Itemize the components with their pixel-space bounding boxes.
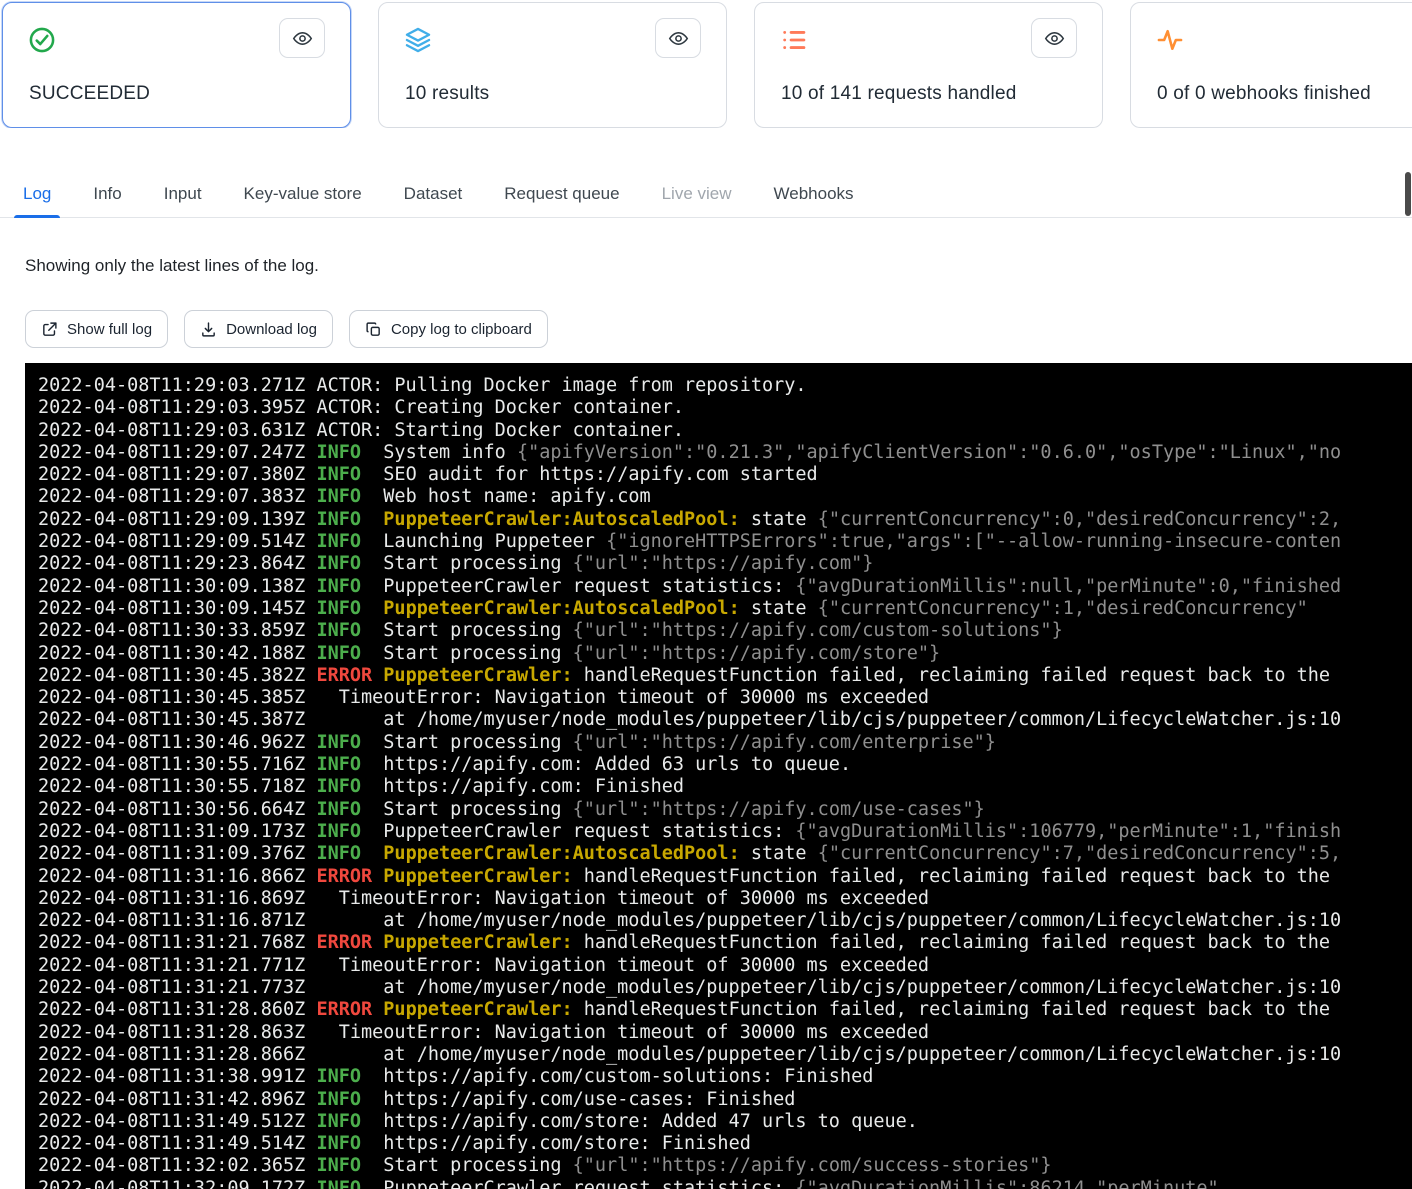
status-card-requests: 10 of 141 requests handled [754, 2, 1103, 128]
pulse-icon [1156, 26, 1184, 54]
log-line: 2022-04-08T11:31:28.860Z ERROR Puppeteer… [38, 999, 1412, 1021]
log-line: 2022-04-08T11:29:07.383Z INFO Web host n… [38, 486, 1412, 508]
log-line: 2022-04-08T11:32:09.172Z INFO PuppeteerC… [38, 1178, 1412, 1189]
log-line: 2022-04-08T11:31:09.173Z INFO PuppeteerC… [38, 821, 1412, 843]
tab-request-queue[interactable]: Request queue [483, 170, 640, 217]
status-card-label: 10 results [405, 83, 489, 105]
log-line: 2022-04-08T11:29:09.514Z INFO Launching … [38, 531, 1412, 553]
tab-info[interactable]: Info [72, 170, 142, 217]
log-line: 2022-04-08T11:31:21.773Z at /home/myuser… [38, 977, 1412, 999]
tab-log[interactable]: Log [2, 170, 72, 217]
status-cards: SUCCEEDED 10 results 10 of 141 requests ha… [0, 0, 1412, 128]
status-card-results: 10 results [378, 2, 727, 128]
log-line: 2022-04-08T11:31:16.866Z ERROR Puppeteer… [38, 866, 1412, 888]
status-card-run-status: SUCCEEDED [2, 2, 351, 128]
log-viewer[interactable]: 2022-04-08T11:29:03.271Z ACTOR: Pulling … [25, 363, 1412, 1189]
log-line: 2022-04-08T11:29:03.631Z ACTOR: Starting… [38, 420, 1412, 442]
log-line: 2022-04-08T11:31:28.866Z at /home/myuser… [38, 1044, 1412, 1066]
log-line: 2022-04-08T11:31:38.991Z INFO https://ap… [38, 1066, 1412, 1088]
log-line: 2022-04-08T11:31:16.871Z at /home/myuser… [38, 910, 1412, 932]
log-line: 2022-04-08T11:30:56.664Z INFO Start proc… [38, 799, 1412, 821]
log-line: 2022-04-08T11:30:46.962Z INFO Start proc… [38, 732, 1412, 754]
tab-input[interactable]: Input [143, 170, 223, 217]
eye-icon [668, 28, 689, 49]
log-line: 2022-04-08T11:30:09.138Z INFO PuppeteerC… [38, 576, 1412, 598]
log-line: 2022-04-08T11:30:33.859Z INFO Start proc… [38, 620, 1412, 642]
toggle-visibility-button[interactable] [655, 18, 701, 58]
scrollbar-thumb[interactable] [1405, 172, 1411, 216]
button-label: Copy log to clipboard [391, 321, 532, 338]
log-line: 2022-04-08T11:31:49.512Z INFO https://ap… [38, 1111, 1412, 1133]
tab-bar: LogInfoInputKey-value storeDatasetReques… [0, 170, 1412, 218]
log-line: 2022-04-08T11:30:09.145Z INFO PuppeteerC… [38, 598, 1412, 620]
log-line: 2022-04-08T11:29:23.864Z INFO Start proc… [38, 553, 1412, 575]
log-line: 2022-04-08T11:32:02.365Z INFO Start proc… [38, 1155, 1412, 1177]
toggle-visibility-button[interactable] [1031, 18, 1077, 58]
log-line: 2022-04-08T11:31:21.771Z TimeoutError: N… [38, 955, 1412, 977]
log-line: 2022-04-08T11:31:42.896Z INFO https://ap… [38, 1089, 1412, 1111]
log-actions: Show full log Download log Copy log to cli… [25, 310, 1412, 348]
log-line: 2022-04-08T11:29:07.380Z INFO SEO audit … [38, 464, 1412, 486]
eye-icon [1044, 28, 1065, 49]
log-note: Showing only the latest lines of the log… [25, 256, 1412, 276]
tab-dataset[interactable]: Dataset [383, 170, 484, 217]
status-card-label: 10 of 141 requests handled [781, 83, 1017, 105]
log-line: 2022-04-08T11:30:45.382Z ERROR Puppeteer… [38, 665, 1412, 687]
eye-icon [292, 28, 313, 49]
log-line: 2022-04-08T11:29:09.139Z INFO PuppeteerC… [38, 509, 1412, 531]
log-line: 2022-04-08T11:29:07.247Z INFO System inf… [38, 442, 1412, 464]
toggle-visibility-button[interactable] [279, 18, 325, 58]
queue-list-icon [780, 26, 808, 54]
log-line: 2022-04-08T11:29:03.395Z ACTOR: Creating… [38, 397, 1412, 419]
external-link-icon [41, 321, 58, 338]
log-line: 2022-04-08T11:31:21.768Z ERROR Puppeteer… [38, 932, 1412, 954]
status-card-label: SUCCEEDED [29, 83, 150, 105]
button-label: Download log [226, 321, 317, 338]
check-circle-icon [28, 26, 56, 54]
log-line: 2022-04-08T11:31:16.869Z TimeoutError: N… [38, 888, 1412, 910]
download-icon [200, 321, 217, 338]
copy-icon [365, 321, 382, 338]
tab-webhooks[interactable]: Webhooks [753, 170, 875, 217]
status-card-webhooks: 0 of 0 webhooks finished [1130, 2, 1412, 128]
log-line: 2022-04-08T11:30:55.716Z INFO https://ap… [38, 754, 1412, 776]
log-line: 2022-04-08T11:31:09.376Z INFO PuppeteerC… [38, 843, 1412, 865]
download-log-button[interactable]: Download log [184, 310, 333, 348]
log-line: 2022-04-08T11:30:55.718Z INFO https://ap… [38, 776, 1412, 798]
tab-live-view[interactable]: Live view [641, 170, 753, 217]
log-line: 2022-04-08T11:31:28.863Z TimeoutError: N… [38, 1022, 1412, 1044]
layers-icon [404, 26, 432, 54]
copy-log-button[interactable]: Copy log to clipboard [349, 310, 548, 348]
tab-key-value-store[interactable]: Key-value store [223, 170, 383, 217]
log-line: 2022-04-08T11:31:49.514Z INFO https://ap… [38, 1133, 1412, 1155]
log-line: 2022-04-08T11:30:42.188Z INFO Start proc… [38, 643, 1412, 665]
log-line: 2022-04-08T11:30:45.387Z at /home/myuser… [38, 709, 1412, 731]
status-card-label: 0 of 0 webhooks finished [1157, 83, 1371, 105]
button-label: Show full log [67, 321, 152, 338]
show-full-log-button[interactable]: Show full log [25, 310, 168, 348]
log-line: 2022-04-08T11:29:03.271Z ACTOR: Pulling … [38, 375, 1412, 397]
log-line: 2022-04-08T11:30:45.385Z TimeoutError: N… [38, 687, 1412, 709]
